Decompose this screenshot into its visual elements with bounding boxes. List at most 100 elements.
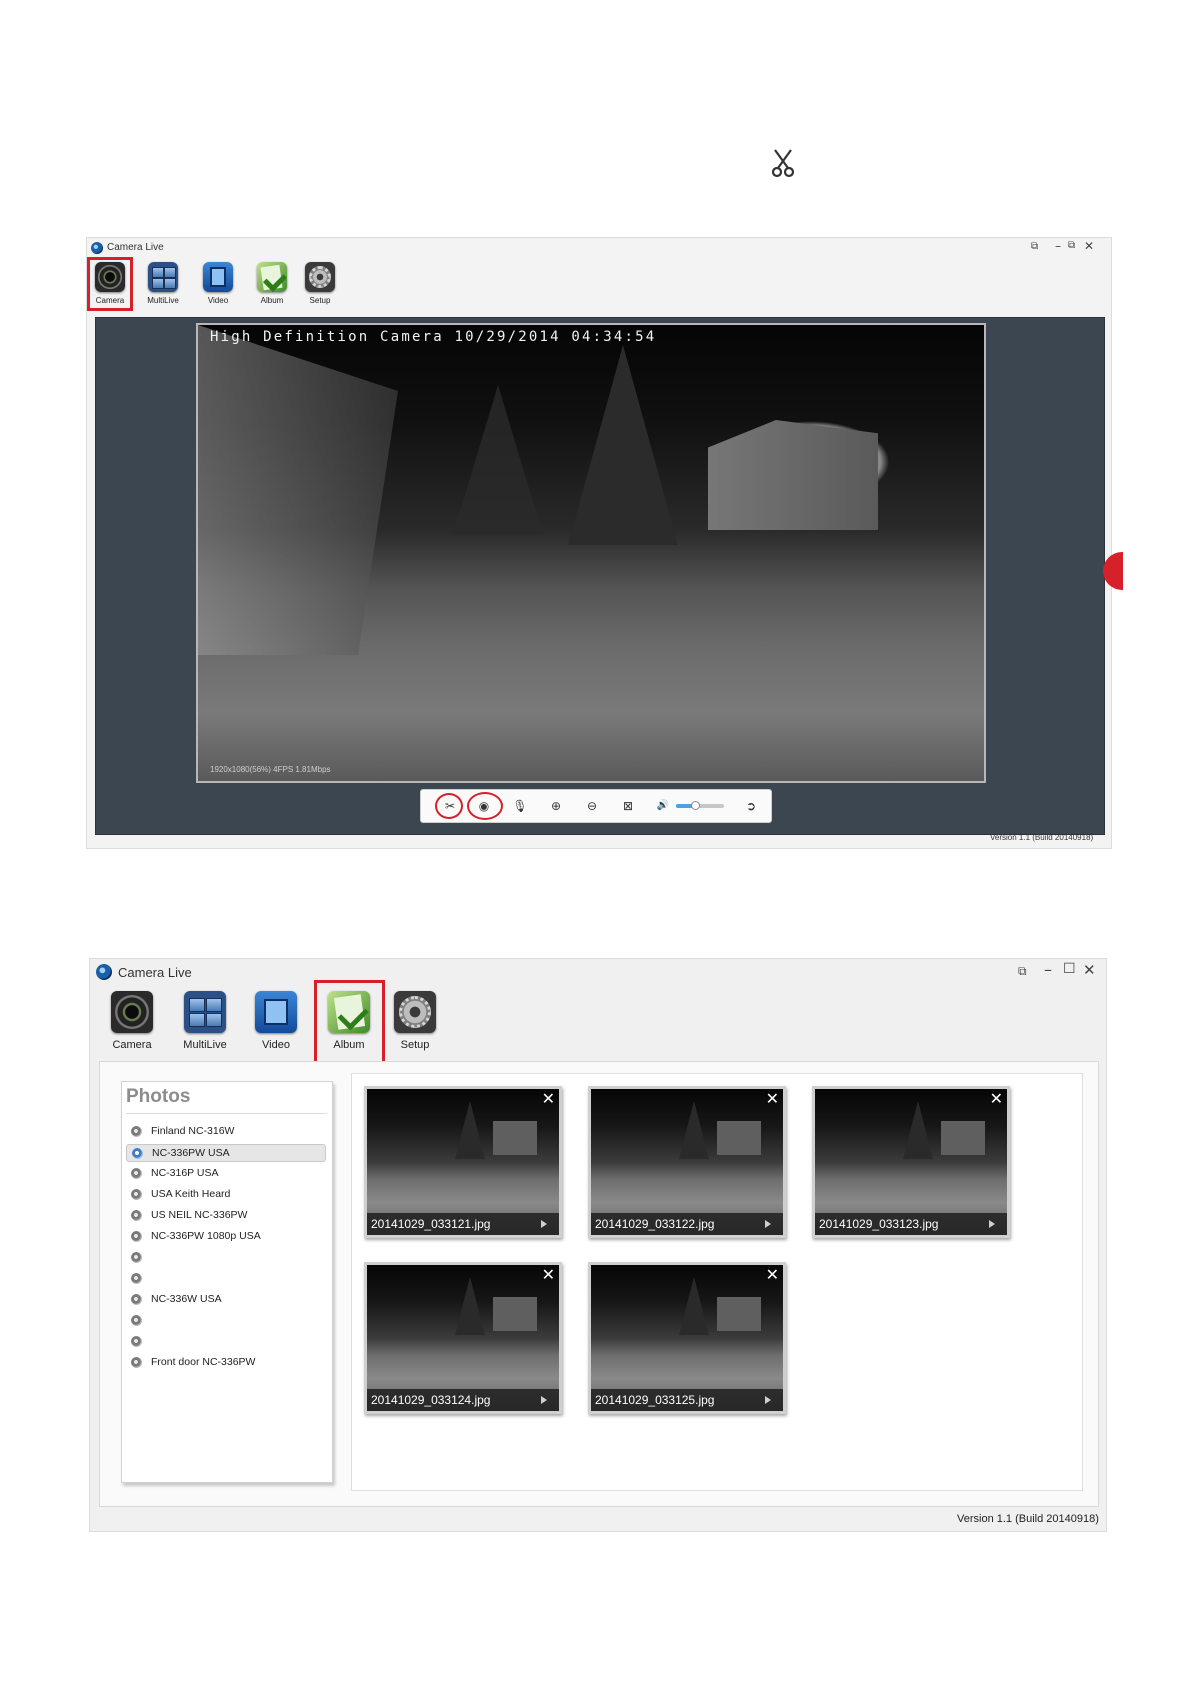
- toolbar-label: Video: [262, 1039, 290, 1051]
- device-list-item[interactable]: [126, 1270, 326, 1288]
- camera-status-icon: [131, 1210, 142, 1221]
- thumbnail-filename: 20141029_033121.jpg: [371, 1217, 491, 1231]
- maximize-icon[interactable]: ☐: [1063, 961, 1076, 977]
- scene-tree: [568, 345, 678, 545]
- device-list-item[interactable]: NC-336PW 1080p USA: [126, 1228, 326, 1246]
- scene-shed: [717, 1297, 761, 1331]
- camera-status-icon: [131, 1315, 142, 1326]
- zoom-in-icon[interactable]: ⊕: [548, 798, 564, 814]
- close-icon[interactable]: ✕: [766, 1089, 779, 1108]
- toolbar-setup-button[interactable]: Setup: [391, 991, 439, 1051]
- play-icon[interactable]: [765, 1220, 771, 1228]
- device-list-item[interactable]: Front door NC-336PW: [126, 1354, 326, 1372]
- scene-shed: [717, 1121, 761, 1155]
- toolbar-label: Setup: [400, 1039, 430, 1051]
- toolbar-label: Album: [260, 296, 284, 305]
- toolbar-label: MultiLive: [147, 296, 179, 305]
- scene-shed: [493, 1297, 537, 1331]
- minimize-icon[interactable]: –: [1044, 960, 1052, 979]
- camera-status-icon: [132, 1148, 143, 1159]
- device-name: US NEIL NC-336PW: [151, 1209, 248, 1221]
- device-list-item[interactable]: [126, 1333, 326, 1351]
- camera-status-icon: [131, 1189, 142, 1200]
- camera-status-icon: [131, 1357, 142, 1368]
- toolbar-label: MultiLive: [183, 1039, 227, 1051]
- speaker-icon[interactable]: 🔊: [655, 798, 671, 814]
- photo-thumbnail[interactable]: 20141029_033121.jpg ✕: [364, 1086, 562, 1238]
- play-icon[interactable]: [765, 1396, 771, 1404]
- close-icon[interactable]: ✕: [1083, 961, 1096, 979]
- scissors-icon: [771, 149, 795, 178]
- play-icon[interactable]: [989, 1220, 995, 1228]
- device-list-item[interactable]: NC-336W USA: [126, 1291, 326, 1309]
- photo-thumbnail[interactable]: 20141029_033125.jpg ✕: [588, 1262, 786, 1414]
- device-list-item[interactable]: [126, 1312, 326, 1330]
- close-icon[interactable]: ✕: [990, 1089, 1003, 1108]
- restore-icon[interactable]: ⧉: [1031, 241, 1038, 252]
- close-icon[interactable]: ✕: [542, 1265, 555, 1284]
- play-icon[interactable]: [541, 1396, 547, 1404]
- toolbar-label: Video: [207, 296, 229, 305]
- device-list-item[interactable]: [126, 1249, 326, 1267]
- toolbar-camera-button[interactable]: Camera: [108, 991, 156, 1051]
- device-list-item[interactable]: NC-336PW USA: [126, 1144, 326, 1162]
- video-icon: [255, 991, 297, 1033]
- video-icon: [203, 262, 233, 292]
- close-icon[interactable]: ✕: [766, 1265, 779, 1284]
- microphone-icon[interactable]: 🎙: [512, 798, 528, 814]
- album-highlight-box: [314, 980, 385, 1064]
- device-list-item[interactable]: USA Keith Heard: [126, 1186, 326, 1204]
- thumbnail-filename: 20141029_033122.jpg: [595, 1217, 715, 1231]
- device-name: NC-336PW USA: [152, 1147, 230, 1159]
- toolbar-label: Camera: [112, 1039, 152, 1051]
- multilive-icon: [184, 991, 226, 1033]
- device-list-item[interactable]: Finland NC-316W: [126, 1123, 326, 1141]
- album-icon: [257, 262, 288, 292]
- camera-status-icon: [131, 1336, 142, 1347]
- device-list-item[interactable]: US NEIL NC-336PW: [126, 1207, 326, 1225]
- version-label: Version 1.1 (Build 20140918): [990, 833, 1094, 842]
- scene-shed: [493, 1121, 537, 1155]
- fullscreen-icon[interactable]: ⊠: [620, 798, 636, 814]
- setup-icon: [394, 991, 436, 1033]
- toolbar-multilive-button[interactable]: MultiLive: [143, 262, 183, 305]
- device-name: USA Keith Heard: [151, 1188, 231, 1200]
- device-list-item[interactable]: NC-316P USA: [126, 1165, 326, 1183]
- multilive-icon: [148, 262, 178, 292]
- camera-status-icon: [131, 1231, 142, 1242]
- play-icon[interactable]: [541, 1220, 547, 1228]
- device-name: Finland NC-316W: [151, 1125, 235, 1137]
- scene-shed: [941, 1121, 985, 1155]
- title-bar: Camera Live ⧉ – ⧉ ✕: [87, 238, 1111, 258]
- ptz-icon[interactable]: ➲: [743, 798, 759, 814]
- thumbnail-filename: 20141029_033124.jpg: [371, 1393, 491, 1407]
- minimize-icon[interactable]: –: [1055, 239, 1061, 253]
- photo-thumbnail[interactable]: 20141029_033122.jpg ✕: [588, 1086, 786, 1238]
- restore-icon[interactable]: ⧉: [1018, 964, 1027, 979]
- title-bar: Camera Live ⧉ – ☐ ✕: [90, 959, 1106, 985]
- maximize-icon[interactable]: ⧉: [1068, 240, 1075, 251]
- device-name: NC-336W USA: [151, 1293, 222, 1305]
- thumbnail-filename: 20141029_033123.jpg: [819, 1217, 939, 1231]
- scene-tree: [453, 385, 543, 535]
- zoom-out-icon[interactable]: ⊖: [584, 798, 600, 814]
- toolbar-multilive-button[interactable]: MultiLive: [176, 991, 234, 1051]
- camera-status-icon: [131, 1252, 142, 1263]
- live-video-feed[interactable]: [196, 323, 986, 783]
- scissors-highlight-circle: [435, 793, 463, 819]
- scene-foliage: [198, 325, 398, 655]
- camera-status-icon: [131, 1126, 142, 1137]
- photo-thumbnail[interactable]: 20141029_033124.jpg ✕: [364, 1262, 562, 1414]
- photo-thumbnail[interactable]: 20141029_033123.jpg ✕: [812, 1086, 1010, 1238]
- close-icon[interactable]: ✕: [542, 1089, 555, 1108]
- toolbar-album-button[interactable]: Album: [255, 262, 289, 305]
- camera-status-icon: [131, 1294, 142, 1305]
- photos-title: Photos: [126, 1086, 191, 1107]
- device-name: Front door NC-336PW: [151, 1356, 256, 1368]
- toolbar-video-button[interactable]: Video: [252, 991, 300, 1051]
- camera-status-icon: [131, 1273, 142, 1284]
- toolbar-video-button[interactable]: Video: [201, 262, 235, 305]
- video-osd-text: High Definition Camera 10/29/2014 04:34:…: [210, 329, 657, 345]
- toolbar-setup-button[interactable]: Setup: [303, 262, 337, 305]
- close-icon[interactable]: ✕: [1084, 239, 1094, 253]
